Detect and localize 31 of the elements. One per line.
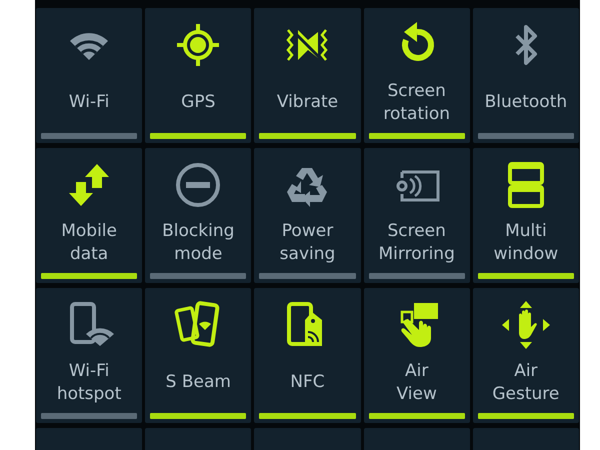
toggle-tile[interactable]: Bluetooth <box>472 8 579 143</box>
toggle-tile[interactable]: Multi window <box>472 148 579 283</box>
toggle-tile[interactable]: Air View <box>364 288 470 423</box>
tile-label: Screen Mirroring <box>378 220 455 266</box>
tile-label: Vibrate <box>276 91 338 114</box>
toggle-tile[interactable]: Wi-Fi hotspot <box>36 288 142 423</box>
toggle-tile[interactable]: Power saving <box>254 148 361 283</box>
tile-label: Bluetooth <box>484 91 568 114</box>
toggle-tile[interactable]: Blocking mode <box>145 148 252 283</box>
hand-arrows-icon <box>500 300 551 350</box>
toggle-tile[interactable]: Screen Mirroring <box>364 148 470 283</box>
tile-label: Air Gesture <box>492 360 560 406</box>
toggle-tile[interactable]: Air Gesture <box>472 288 579 423</box>
toggle-tile[interactable]: Wi-Fi <box>36 8 142 143</box>
toggle-tile[interactable]: S Beam <box>145 288 252 423</box>
tile-label: Power saving <box>280 220 336 266</box>
tile-label: Wi-Fi hotspot <box>56 360 122 406</box>
tile-label: Screen rotation <box>383 80 450 126</box>
toggle-tile[interactable]: GPS <box>145 8 252 143</box>
toggle-tile[interactable]: Vibrate <box>254 8 361 143</box>
tile-label: GPS <box>181 91 216 114</box>
tile-label: NFC <box>290 371 325 394</box>
tile-label: Blocking mode <box>162 220 234 266</box>
toggle-tile[interactable]: Mobile data <box>36 148 142 283</box>
tile-label: S Beam <box>166 371 231 394</box>
toggle-tile[interactable]: Screen rotation <box>364 8 470 143</box>
toggle-tile[interactable]: NFC <box>254 288 361 423</box>
tile-label: Mobile data <box>61 220 117 266</box>
tile-label: Wi-Fi <box>68 91 110 114</box>
tile-label: Multi window <box>494 220 558 266</box>
tile-label: Air View <box>396 360 437 406</box>
